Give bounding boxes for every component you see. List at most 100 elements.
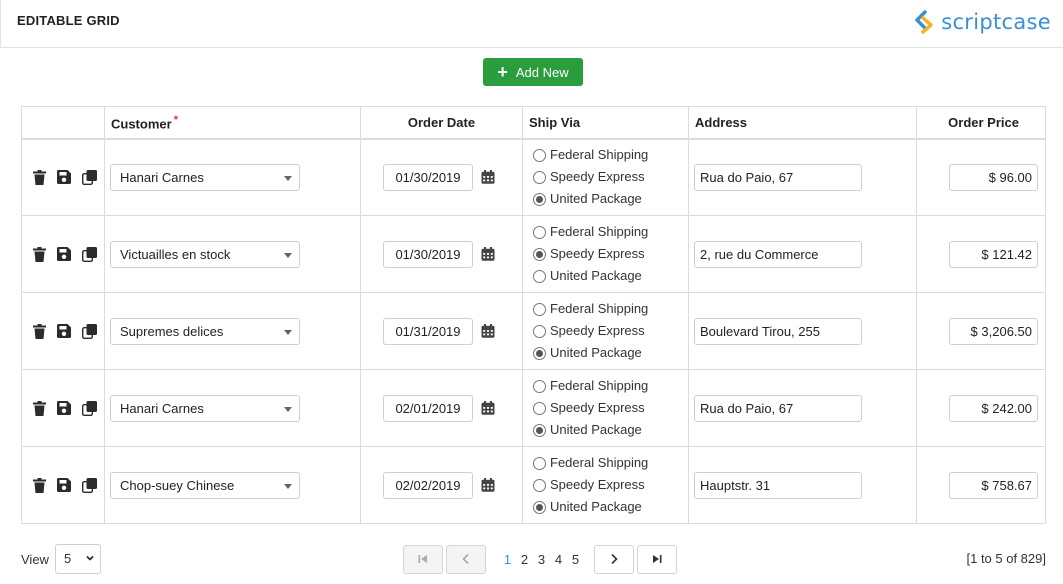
address-input[interactable]: Rua do Paio, 67: [694, 394, 862, 422]
order-date-input[interactable]: 02/01/2019: [383, 394, 473, 422]
first-page-icon: [418, 555, 427, 563]
trash-icon[interactable]: [31, 323, 47, 339]
header-actions: [21, 106, 105, 140]
order-date-input[interactable]: 01/30/2019: [383, 163, 473, 191]
ship-option-label: Federal Shipping: [550, 455, 649, 470]
ship-option-radio[interactable]: Federal Shipping: [533, 375, 688, 397]
page-number-link[interactable]: 3: [533, 552, 550, 567]
trash-icon[interactable]: [31, 477, 47, 493]
header-customer[interactable]: Customer *: [104, 106, 361, 140]
rows-per-page-value: 5: [63, 551, 72, 566]
calendar-icon[interactable]: [481, 401, 495, 415]
order-price-input[interactable]: $ 3,206.50: [949, 317, 1038, 345]
order-price-input[interactable]: $ 242.00: [949, 394, 1038, 422]
save-icon[interactable]: [56, 323, 72, 339]
header-order-date-label: Order Date: [407, 114, 476, 130]
ship-option-radio[interactable]: United Package: [533, 265, 688, 287]
save-icon[interactable]: [56, 400, 72, 416]
trash-icon[interactable]: [31, 169, 47, 185]
order-price-input[interactable]: $ 96.00: [949, 163, 1038, 191]
ship-option-radio[interactable]: United Package: [533, 188, 688, 210]
ship-option-radio[interactable]: Speedy Express: [533, 166, 688, 188]
caret-down-icon: [284, 329, 292, 335]
order-price-input[interactable]: $ 758.67: [949, 471, 1038, 499]
customer-select[interactable]: Hanari Carnes: [110, 163, 300, 191]
last-page-button[interactable]: [637, 544, 677, 574]
header-order-price[interactable]: Order Price: [916, 106, 1046, 140]
customer-value: Hanari Carnes: [120, 400, 204, 416]
address-input[interactable]: Rua do Paio, 67: [694, 163, 862, 191]
page-number-link[interactable]: 4: [550, 552, 567, 567]
calendar-icon[interactable]: [481, 170, 495, 185]
ship-option-radio[interactable]: Federal Shipping: [533, 452, 688, 474]
rows-per-page-select[interactable]: 5: [54, 544, 101, 574]
table-row: Victuailles en stock 01/30/2019 Federal Sh…: [21, 215, 1046, 293]
calendar-icon[interactable]: [481, 247, 495, 261]
ship-option-radio[interactable]: United Package: [533, 496, 688, 518]
header-ship-via[interactable]: Ship Via: [522, 106, 689, 140]
order-date-input[interactable]: 01/30/2019: [383, 240, 473, 268]
first-page-button[interactable]: [403, 544, 443, 574]
save-icon[interactable]: [56, 169, 72, 185]
radio-button-icon: [533, 379, 546, 393]
order-date-input[interactable]: 01/31/2019: [383, 317, 473, 345]
ship-option-radio[interactable]: Speedy Express: [533, 320, 688, 342]
radio-button-icon: [533, 247, 546, 261]
customer-cell: Hanari Carnes: [104, 369, 361, 447]
ship-option-radio[interactable]: Speedy Express: [533, 397, 688, 419]
save-icon[interactable]: [56, 246, 72, 262]
header-order-date[interactable]: Order Date: [360, 106, 523, 140]
trash-icon[interactable]: [31, 400, 47, 416]
radio-button-icon: [533, 302, 546, 316]
address-input[interactable]: Hauptstr. 31: [694, 471, 862, 499]
ship-option-radio[interactable]: Federal Shipping: [533, 221, 688, 243]
address-cell: Boulevard Tirou, 255: [688, 292, 917, 370]
copy-icon[interactable]: [81, 246, 97, 262]
next-page-button[interactable]: [594, 544, 634, 574]
address-cell: Rua do Paio, 67: [688, 369, 917, 447]
customer-cell: Supremes delices: [104, 292, 361, 370]
ship-via-cell: Federal Shipping Speedy Express United Pac…: [522, 138, 689, 216]
row-actions-cell: [21, 215, 105, 293]
ship-option-radio[interactable]: Federal Shipping: [533, 298, 688, 320]
address-input[interactable]: Boulevard Tirou, 255: [694, 317, 862, 345]
add-new-button[interactable]: + Add New: [483, 58, 583, 86]
customer-select[interactable]: Supremes delices: [110, 317, 300, 345]
calendar-icon[interactable]: [481, 478, 495, 492]
customer-select[interactable]: Hanari Carnes: [110, 394, 300, 422]
editable-grid-table: Customer * Order Date Ship Via Address Or…: [21, 106, 1046, 524]
page-number-link[interactable]: 2: [516, 552, 533, 567]
row-actions-cell: [21, 292, 105, 370]
address-input[interactable]: 2, rue du Commerce: [694, 240, 862, 268]
radio-button-icon: [533, 500, 546, 514]
save-icon[interactable]: [56, 477, 72, 493]
ship-option-radio[interactable]: United Package: [533, 419, 688, 441]
calendar-icon[interactable]: [481, 324, 495, 338]
ship-option-label: United Package: [550, 422, 642, 437]
order-date-cell: 02/01/2019: [360, 369, 523, 447]
ship-via-cell: Federal Shipping Speedy Express United Pac…: [522, 215, 689, 293]
prev-page-button[interactable]: [446, 544, 486, 574]
customer-select[interactable]: Chop-suey Chinese: [110, 471, 300, 499]
radio-button-icon: [533, 456, 546, 470]
order-price-input[interactable]: $ 121.42: [949, 240, 1038, 268]
ship-option-radio[interactable]: Speedy Express: [533, 474, 688, 496]
order-date-input[interactable]: 02/02/2019: [383, 471, 473, 499]
copy-icon[interactable]: [81, 477, 97, 493]
ship-option-radio[interactable]: Federal Shipping: [533, 144, 688, 166]
customer-select[interactable]: Victuailles en stock: [110, 240, 300, 268]
page-number-link[interactable]: 5: [567, 552, 584, 567]
ship-option-label: United Package: [550, 191, 642, 207]
copy-icon[interactable]: [81, 323, 97, 339]
radio-button-icon: [533, 192, 546, 206]
ship-option-label: Speedy Express: [550, 169, 645, 185]
trash-icon[interactable]: [31, 246, 47, 262]
order-price-cell: $ 242.00: [916, 369, 1046, 447]
ship-option-radio[interactable]: United Package: [533, 342, 688, 364]
ship-option-radio[interactable]: Speedy Express: [533, 243, 688, 265]
copy-icon[interactable]: [81, 169, 97, 185]
next-page-icon: [611, 553, 618, 565]
copy-icon[interactable]: [81, 400, 97, 416]
page-number-link[interactable]: 1: [499, 552, 516, 567]
header-address[interactable]: Address: [688, 106, 917, 140]
